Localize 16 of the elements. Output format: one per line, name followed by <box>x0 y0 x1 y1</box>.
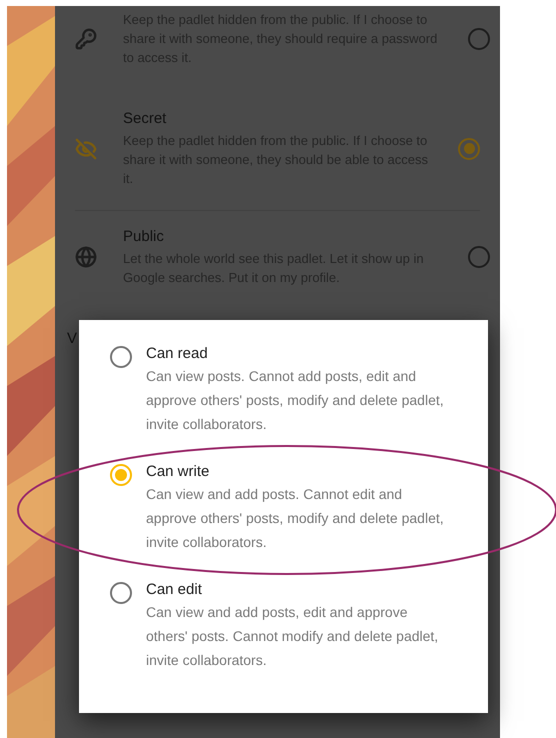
option-title: Secret <box>123 109 168 129</box>
radio-button[interactable] <box>458 138 480 160</box>
permission-title: Can write <box>146 462 210 482</box>
permission-description: Can view and add posts. Cannot edit and approve others' posts, modify and delete padlet, invite collaborators. <box>146 485 445 552</box>
permission-title: Can edit <box>146 580 203 600</box>
permission-description: Can view and add posts, edit and approve others' posts. Cannot modify and delete padlet, invite collaborators. <box>146 603 440 670</box>
radio-button[interactable] <box>468 246 490 268</box>
radio-button[interactable] <box>110 582 132 604</box>
eye-off-icon <box>75 138 97 160</box>
permission-title: Can read <box>146 344 209 364</box>
globe-icon <box>75 246 97 268</box>
permission-description: Can view posts. Cannot add posts, edit and approve others' posts, modify and delete padlet, invite collaborators. <box>146 367 445 434</box>
radio-button[interactable] <box>468 28 490 50</box>
option-title: Public <box>123 227 165 247</box>
radio-button[interactable] <box>110 346 132 368</box>
key-icon <box>75 28 97 50</box>
